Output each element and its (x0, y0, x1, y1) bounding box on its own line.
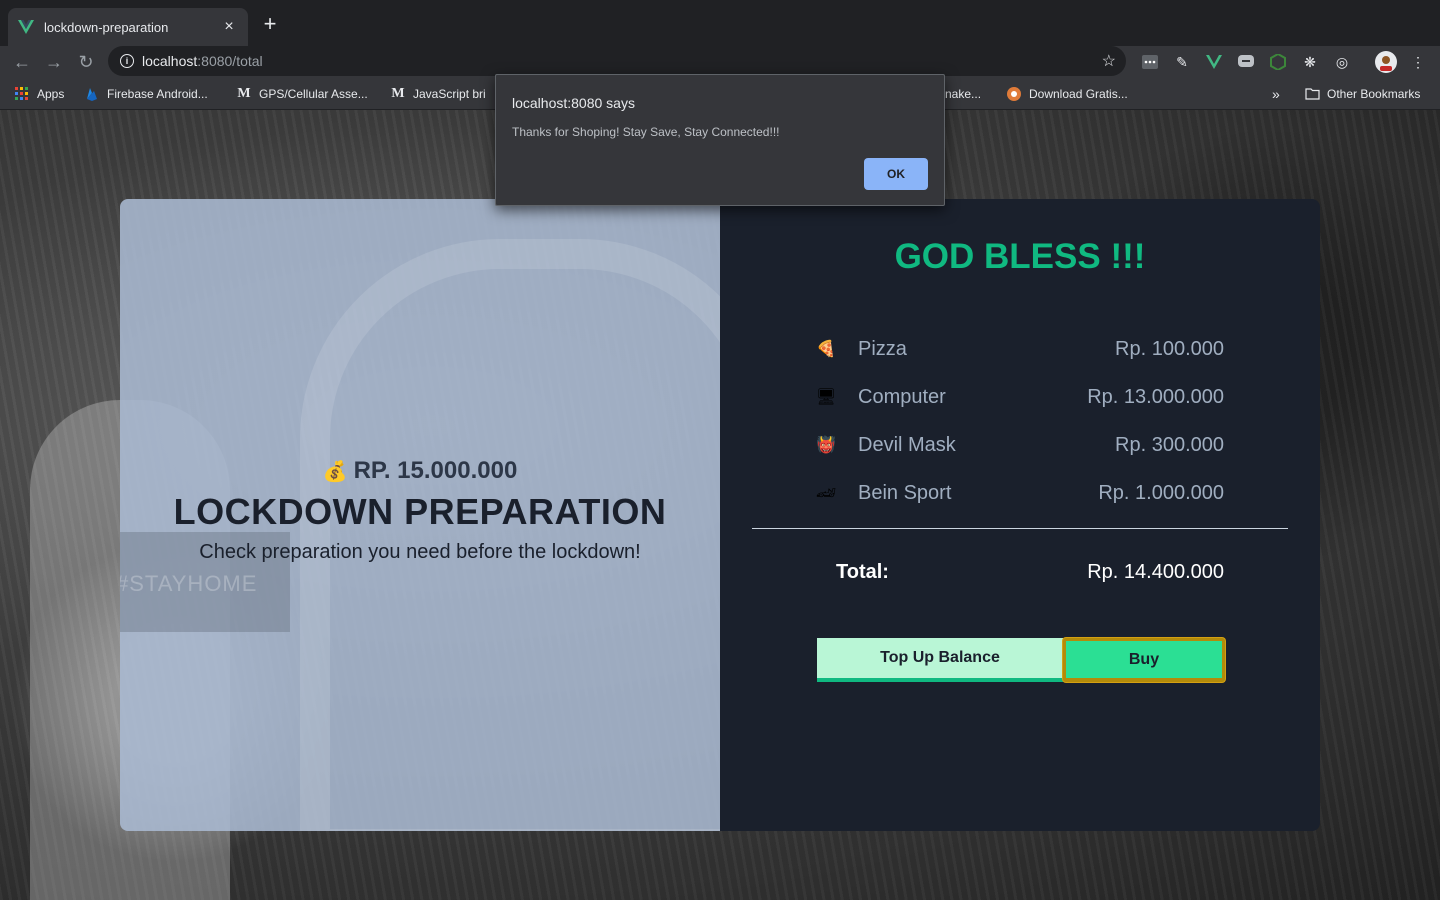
bookmark-label: GPS/Cellular Asse... (259, 87, 368, 101)
url-host: localhost (142, 53, 198, 69)
firebase-icon (84, 86, 100, 102)
alert-dialog: localhost:8080 says Thanks for Shoping! … (495, 74, 945, 206)
item-name: Devil Mask (858, 433, 956, 456)
item-price: Rp. 300.000 (1115, 433, 1224, 456)
cart-heading: GOD BLESS !!! (894, 237, 1146, 276)
total-value: Rp. 14.400.000 (1087, 561, 1224, 583)
page-subtitle: Check preparation you need before the lo… (199, 541, 641, 563)
vue-devtools-icon[interactable] (1202, 50, 1226, 74)
cart-item-bein-sport: 🏎 Bein Sport Rp. 1.000.000 (816, 469, 1224, 517)
bookmark-label: Other Bookmarks (1327, 87, 1421, 101)
item-price: Rp. 100.000 (1115, 337, 1224, 360)
race-car-icon: 🏎 (815, 485, 837, 502)
pizza-icon: 🍕 (816, 341, 836, 358)
stayhome-sign-text: #STAYHOME (120, 571, 258, 596)
bookmark-label: JavaScript bri (413, 87, 486, 101)
item-price: Rp. 13.000.000 (1087, 385, 1224, 408)
pen-extension-icon[interactable]: ✎ (1170, 50, 1194, 74)
bookmark-snake[interactable]: nake... (945, 85, 981, 103)
devil-mask-icon: 👹 (816, 437, 836, 454)
cart-divider (752, 528, 1288, 529)
dialog-message: Thanks for Shoping! Stay Save, Stay Conn… (512, 125, 780, 139)
browser-menu-icon[interactable]: ⋮ (1406, 50, 1430, 74)
page-background: #STAYHOME 💰 RP. 15.000.000 LOCKDOWN PREP… (0, 110, 1440, 900)
back-arrow-icon[interactable]: ← (10, 50, 34, 74)
bookmark-firebase[interactable]: Firebase Android... (84, 85, 208, 103)
chat-extension-icon[interactable] (1234, 50, 1258, 74)
dialog-ok-button[interactable]: OK (864, 158, 928, 190)
main-card: #STAYHOME 💰 RP. 15.000.000 LOCKDOWN PREP… (120, 199, 1320, 831)
money-bag-icon: 💰 (322, 460, 348, 483)
nodejs-extension-icon[interactable] (1266, 50, 1290, 74)
cart-item-computer: 🖥 Computer Rp. 13.000.000 (816, 373, 1224, 421)
balance-display: 💰 RP. 15.000.000 (120, 457, 720, 485)
dialog-title: localhost:8080 says (512, 95, 635, 111)
hero-content: 💰 RP. 15.000.000 LOCKDOWN PREPARATION Ch… (120, 457, 720, 564)
bookmark-javascript[interactable]: M JavaScript bri (390, 85, 486, 103)
item-price: Rp. 1.000.000 (1098, 481, 1224, 504)
tab-title: lockdown-preparation (44, 19, 169, 35)
balance-value: RP. 15.000.000 (353, 457, 518, 484)
bookmark-apps[interactable]: Apps (14, 85, 64, 103)
react-devtools-icon[interactable]: ❋ (1298, 50, 1322, 74)
item-name: Computer (858, 385, 946, 408)
forward-arrow-icon[interactable]: → (42, 50, 66, 74)
extension-dots-icon[interactable] (1138, 50, 1162, 74)
cart-panel: GOD BLESS !!! 🍕 Pizza Rp. 100.000 🖥 Comp… (720, 199, 1320, 831)
profile-avatar[interactable] (1374, 50, 1398, 74)
reload-icon[interactable]: ↻ (74, 50, 98, 74)
cart-item-list: 🍕 Pizza Rp. 100.000 🖥 Computer Rp. 13.00… (816, 325, 1224, 517)
total-label: Total: (836, 561, 889, 583)
tab-bar: lockdown-preparation × + (0, 0, 1440, 46)
browser-tab[interactable]: lockdown-preparation × (8, 8, 248, 46)
page-title: LOCKDOWN PREPARATION (173, 491, 667, 532)
address-bar[interactable]: i localhost :8080/total ☆ (108, 46, 1126, 76)
top-up-balance-button[interactable]: Top Up Balance (817, 638, 1063, 682)
bookmark-star-icon[interactable]: ☆ (1102, 51, 1116, 71)
cart-item-pizza: 🍕 Pizza Rp. 100.000 (816, 325, 1224, 373)
computer-icon: 🖥 (815, 389, 837, 406)
folder-icon (1304, 86, 1320, 102)
site-info-icon[interactable]: i (120, 54, 134, 68)
download-site-icon (1006, 86, 1022, 102)
bookmark-label: Download Gratis... (1029, 87, 1128, 101)
apps-grid-icon (14, 86, 30, 102)
item-name: Pizza (858, 337, 907, 360)
bookmark-other-bookmarks[interactable]: Other Bookmarks (1304, 85, 1420, 103)
vue-logo-icon (18, 19, 34, 35)
more-bookmarks-chevron-icon[interactable]: » (1272, 85, 1280, 103)
new-tab-button[interactable]: + (258, 12, 282, 36)
bookmark-label: Apps (37, 87, 65, 101)
medium-icon: M (391, 86, 405, 101)
medium-icon: M (237, 86, 251, 101)
cart-actions: Top Up Balance Buy (817, 638, 1225, 682)
hero-panel: #STAYHOME 💰 RP. 15.000.000 LOCKDOWN PREP… (120, 199, 780, 831)
bookmark-download-gratis[interactable]: Download Gratis... (1006, 85, 1128, 103)
item-name: Bein Sport (858, 481, 952, 504)
bookmark-gps-cellular[interactable]: M GPS/Cellular Asse... (236, 85, 368, 103)
bookmark-label: Firebase Android... (107, 87, 208, 101)
bookmark-label: nake... (945, 87, 982, 101)
tab-close-icon[interactable]: × (220, 18, 238, 36)
url-path: :8080/total (197, 53, 263, 69)
cart-total-row: Total: Rp. 14.400.000 (836, 561, 1224, 584)
buy-button[interactable]: Buy (1063, 638, 1225, 682)
cart-item-devil-mask: 👹 Devil Mask Rp. 300.000 (816, 421, 1224, 469)
target-extension-icon[interactable]: ◎ (1330, 50, 1354, 74)
